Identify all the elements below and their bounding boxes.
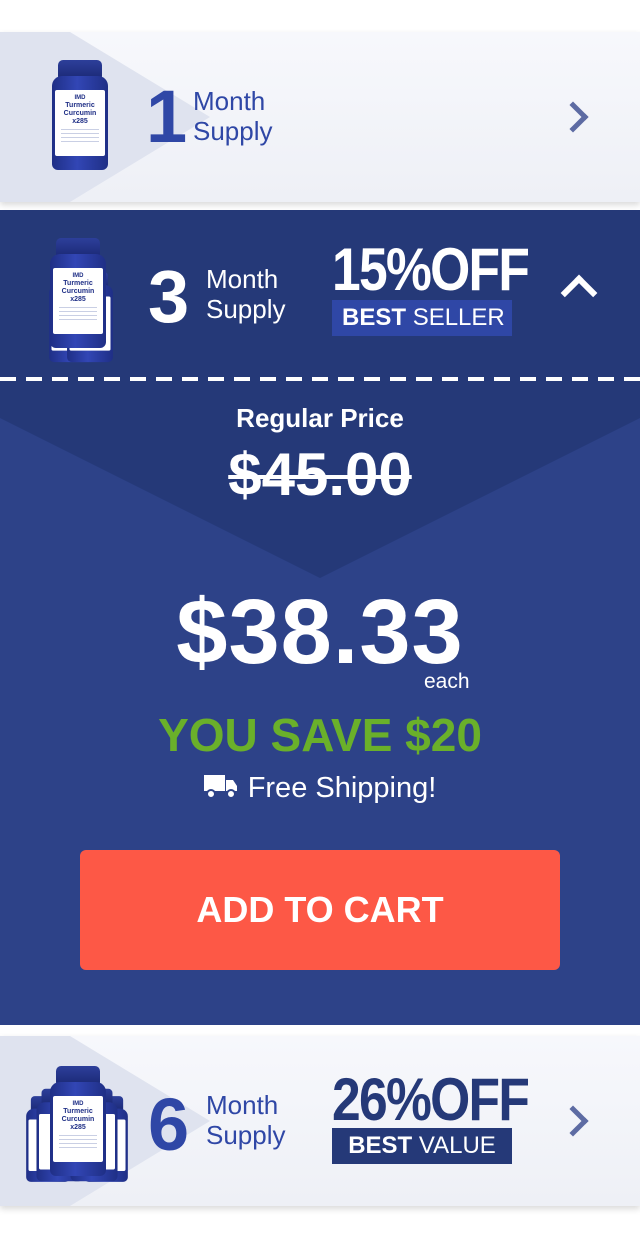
quantity-number: 3	[148, 255, 190, 338]
regular-price-label: Regular Price	[236, 403, 404, 433]
best-seller-badge: BEST SELLER	[332, 300, 512, 336]
quantity-unit-line1: Month	[206, 1090, 279, 1120]
quantity-unit-line1: Month	[193, 86, 266, 116]
shipping-info: Free Shipping!	[0, 772, 640, 805]
quantity-number: 1	[146, 75, 188, 158]
discount-label: 26%OFF	[332, 1066, 530, 1133]
truck-icon	[203, 775, 237, 800]
chevron-right-icon[interactable]	[557, 1105, 589, 1137]
regular-price: $45.00	[228, 441, 412, 508]
quantity-unit-line2: Supply	[206, 294, 286, 324]
quantity-unit-line1: Month	[206, 264, 279, 294]
option-card-1-month[interactable]: IMD Turmeric Curcumin x285 1 Month Supply	[0, 32, 640, 202]
sale-price: $38.33	[176, 581, 464, 683]
shipping-text: Free Shipping!	[247, 772, 437, 804]
price-unit: each	[424, 670, 470, 693]
quantity-number: 6	[148, 1083, 190, 1166]
option-card-6-month[interactable]: IMD Turmeric Curcumin x285 6 Month Supply …	[0, 1036, 640, 1206]
product-bottle-image: IMD Turmeric Curcumin x285	[52, 60, 108, 170]
chevron-right-icon[interactable]	[557, 101, 589, 133]
quantity-unit-line2: Supply	[206, 1120, 286, 1150]
quantity-unit-line2: Supply	[193, 116, 273, 146]
product-bottle-image: IMD Turmeric Curcumin x285	[50, 1066, 106, 1176]
dashed-divider	[0, 377, 640, 381]
add-to-cart-button[interactable]: ADD TO CART	[80, 850, 560, 970]
discount-label: 15%OFF	[332, 236, 530, 303]
savings-text: YOU SAVE $20	[158, 709, 482, 761]
best-value-badge: BEST VALUE	[332, 1128, 512, 1164]
product-bottle-image: IMD Turmeric Curcumin x285	[50, 238, 106, 348]
